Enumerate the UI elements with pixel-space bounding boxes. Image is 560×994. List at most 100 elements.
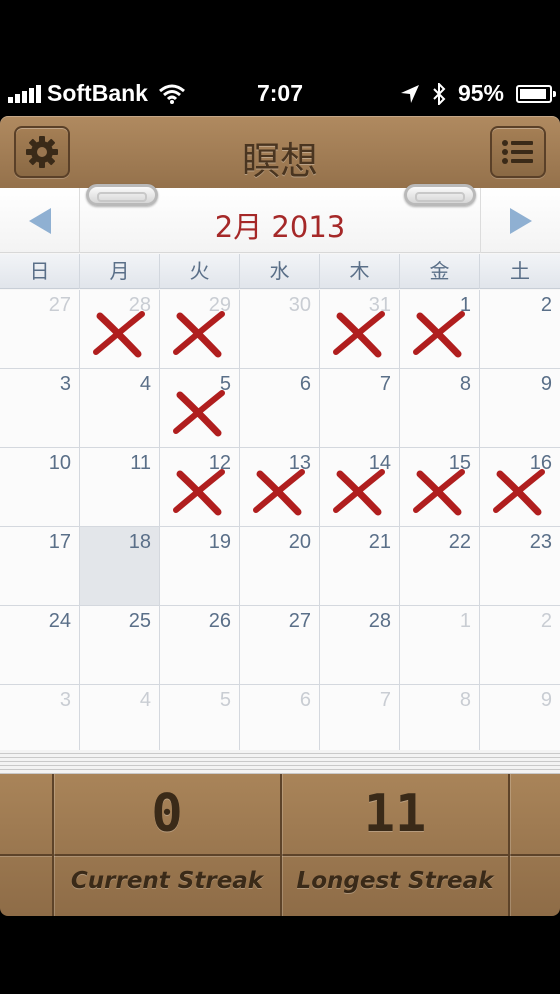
arrow-right-icon (509, 207, 532, 234)
settings-button[interactable] (14, 126, 70, 178)
arrow-left-icon (28, 207, 51, 234)
carrier-name: SoftBank (47, 80, 148, 106)
calendar-grid: 27 28 29 30 31 1 2 3 4 5 6 7 8 9 10 11 12 13 14 15 16 17 18 19 2… (0, 290, 560, 764)
day-number: 11 (130, 452, 151, 474)
calendar-day[interactable]: 14 (320, 448, 400, 527)
next-month-button[interactable] (480, 188, 560, 253)
day-number: 24 (48, 610, 71, 632)
x-mark-icon (413, 469, 465, 516)
calendar: 2月 2013 日 月 火 水 木 金 土 27 28 29 30 31 1 2 3 4 5 6 7 8… (0, 184, 560, 764)
day-number: 8 (459, 689, 471, 711)
weekday-label: 日 (0, 254, 80, 289)
prev-month-button[interactable] (0, 188, 80, 253)
day-number: 2 (540, 610, 552, 632)
calendar-day[interactable]: 27 (0, 290, 80, 369)
calendar-day[interactable]: 15 (400, 448, 480, 527)
calendar-day[interactable]: 22 (400, 527, 480, 606)
month-title: 2月 2013 (214, 210, 346, 244)
calendar-day[interactable]: 28 (320, 606, 400, 685)
calendar-day[interactable]: 4 (80, 369, 160, 448)
day-number: 8 (459, 373, 471, 395)
calendar-day[interactable]: 1 (400, 606, 480, 685)
menu-button[interactable] (490, 126, 546, 178)
paper-clip-icon (404, 184, 476, 206)
calendar-day[interactable]: 16 (480, 448, 560, 527)
calendar-day[interactable]: 1 (400, 290, 480, 369)
calendar-day[interactable]: 31 (320, 290, 400, 369)
calendar-day[interactable]: 7 (320, 369, 400, 448)
page-title: 瞑想 (241, 139, 318, 183)
calendar-day[interactable]: 25 (80, 606, 160, 685)
day-number: 6 (299, 689, 311, 711)
calendar-day[interactable]: 27 (240, 606, 320, 685)
status-right: 95% (400, 80, 556, 107)
weekday-label: 月 (80, 254, 160, 289)
wifi-icon (158, 84, 185, 104)
day-number: 22 (448, 531, 471, 553)
x-mark-icon (173, 469, 225, 516)
calendar-day[interactable]: 10 (0, 448, 80, 527)
calendar-day[interactable]: 5 (160, 369, 240, 448)
calendar-day[interactable]: 23 (480, 527, 560, 606)
day-number: 6 (299, 373, 311, 395)
day-number: 26 (208, 610, 231, 632)
gear-icon (26, 136, 58, 168)
calendar-day[interactable]: 24 (0, 606, 80, 685)
calendar-day[interactable]: 29 (160, 290, 240, 369)
battery-percent: 95% (457, 80, 504, 106)
day-number: 3 (59, 373, 71, 395)
x-mark-icon (333, 311, 385, 358)
calendar-day[interactable]: 12 (160, 448, 240, 527)
calendar-day[interactable]: 6 (240, 369, 320, 448)
day-number: 28 (368, 610, 391, 632)
list-icon (502, 140, 533, 164)
calendar-page-edges (0, 750, 560, 774)
longest-streak-value: 11 (363, 784, 427, 844)
calendar-day-today[interactable]: 18 (80, 527, 160, 606)
calendar-day[interactable]: 2 (480, 606, 560, 685)
calendar-day[interactable]: 8 (400, 369, 480, 448)
calendar-day[interactable]: 9 (480, 369, 560, 448)
day-number: 4 (139, 373, 151, 395)
month-bar: 2月 2013 (0, 184, 560, 253)
paper-clip-icon (86, 184, 158, 206)
x-mark-icon (493, 469, 545, 516)
day-number: 27 (288, 610, 311, 632)
x-mark-icon (173, 311, 225, 358)
day-number: 3 (59, 689, 71, 711)
day-number: 2 (540, 294, 552, 316)
longest-streak: 11 Longest Streak (281, 774, 509, 916)
calendar-day[interactable]: 13 (240, 448, 320, 527)
location-arrow-icon (400, 84, 419, 103)
status-left: SoftBank (8, 80, 186, 107)
day-number: 23 (529, 531, 552, 553)
calendar-day[interactable]: 19 (160, 527, 240, 606)
longest-streak-label: Longest Streak (296, 868, 494, 894)
current-streak: 0 Current Streak (53, 774, 281, 916)
weekday-label: 木 (320, 254, 400, 289)
calendar-day[interactable]: 28 (80, 290, 160, 369)
current-streak-value: 0 (151, 784, 183, 844)
calendar-day[interactable]: 17 (0, 527, 80, 606)
calendar-day[interactable]: 3 (0, 369, 80, 448)
weekday-header: 日 月 火 水 木 金 土 (0, 254, 560, 289)
calendar-day[interactable]: 30 (240, 290, 320, 369)
weekday-label: 土 (510, 259, 530, 283)
calendar-day[interactable]: 20 (240, 527, 320, 606)
day-number: 19 (208, 531, 231, 553)
day-number: 18 (128, 531, 151, 553)
x-mark-icon (173, 390, 225, 437)
weekday-label: 火 (160, 254, 240, 289)
day-number: 17 (48, 531, 71, 553)
status-bar: SoftBank 7:07 95% (0, 70, 560, 116)
day-number: 9 (540, 373, 552, 395)
weekday-label: 水 (240, 254, 320, 289)
streak-panel: 0 Current Streak 11 Longest Streak (0, 774, 560, 916)
day-number: 4 (139, 689, 151, 711)
day-number: 5 (219, 689, 231, 711)
calendar-day[interactable]: 21 (320, 527, 400, 606)
calendar-day[interactable]: 2 (480, 290, 560, 369)
calendar-day[interactable]: 11 (80, 448, 160, 527)
bluetooth-icon (433, 82, 446, 105)
calendar-day[interactable]: 26 (160, 606, 240, 685)
